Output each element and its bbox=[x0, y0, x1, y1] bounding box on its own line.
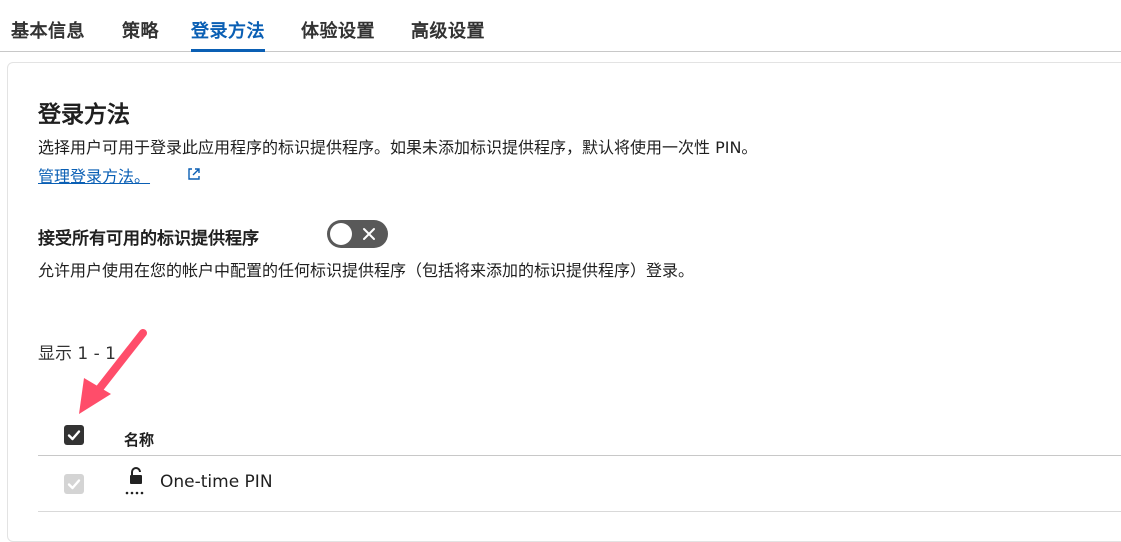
tab-experience-settings[interactable]: 体验设置 bbox=[301, 17, 375, 52]
accept-all-toggle[interactable] bbox=[327, 220, 388, 248]
row-name: One-time PIN bbox=[160, 472, 273, 492]
accept-all-label: 接受所有可用的标识提供程序 bbox=[38, 229, 259, 249]
section-title: 登录方法 bbox=[38, 102, 130, 128]
section-description: 选择用户可用于登录此应用程序的标识提供程序。如果未添加标识提供程序，默认将使用一… bbox=[38, 138, 758, 157]
tab-advanced-settings[interactable]: 高级设置 bbox=[411, 17, 485, 52]
select-all-checkbox[interactable] bbox=[64, 425, 84, 445]
manage-login-methods-link[interactable]: 管理登录方法。 bbox=[38, 163, 150, 187]
accept-all-description: 允许用户使用在您的帐户中配置的任何标识提供程序（包括将来添加的标识提供程序）登录… bbox=[38, 261, 695, 280]
unlock-pin-icon bbox=[125, 467, 144, 495]
check-icon bbox=[67, 479, 81, 490]
tab-login-methods[interactable]: 登录方法 bbox=[191, 17, 265, 52]
toggle-knob bbox=[330, 223, 352, 245]
external-link-icon[interactable] bbox=[186, 166, 202, 182]
results-count: 显示 1 - 1 bbox=[38, 344, 116, 364]
close-icon bbox=[363, 228, 375, 240]
check-icon bbox=[67, 430, 81, 441]
tab-policies[interactable]: 策略 bbox=[122, 17, 159, 52]
column-header-name[interactable]: 名称 bbox=[124, 429, 154, 450]
tab-basic-info[interactable]: 基本信息 bbox=[11, 17, 85, 52]
table-row-divider bbox=[38, 511, 1121, 512]
tab-bar: 基本信息 策略 登录方法 体验设置 高级设置 bbox=[0, 0, 1121, 52]
table-header-divider bbox=[38, 455, 1121, 456]
row-checkbox bbox=[64, 474, 84, 494]
